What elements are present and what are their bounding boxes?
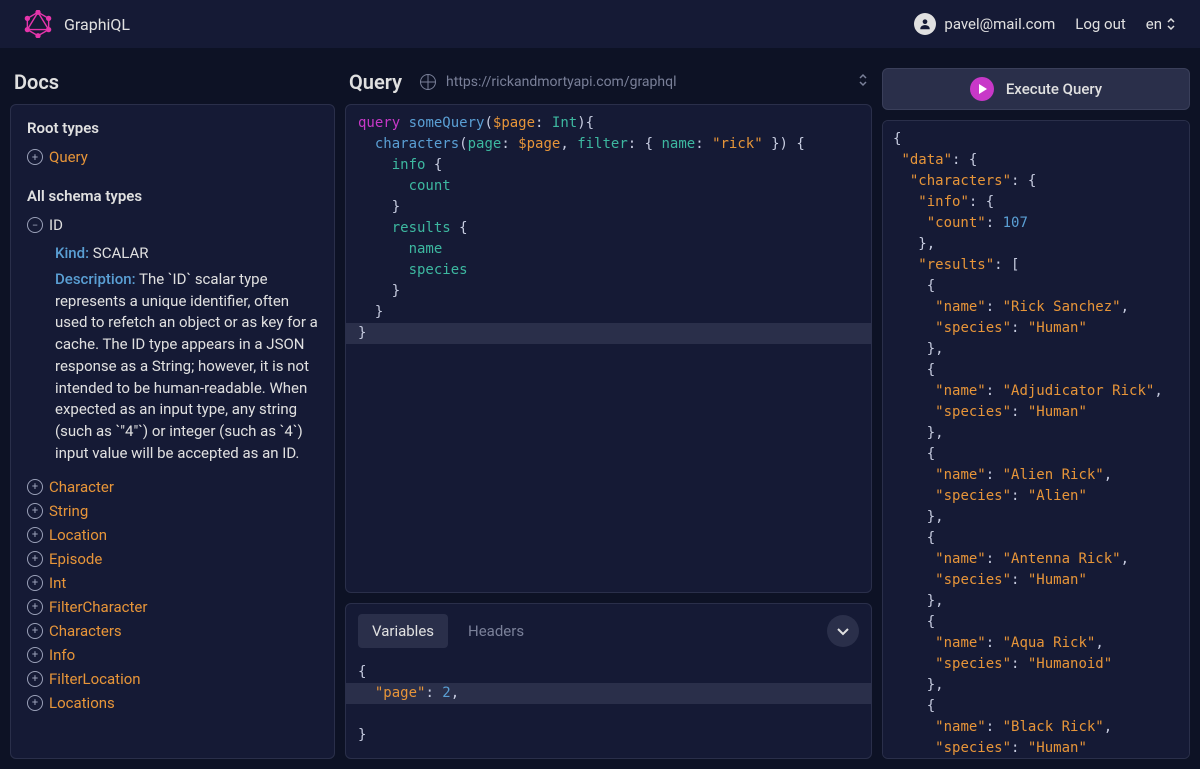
schema-type-label: FilterLocation [49,670,141,688]
schema-type-label: Episode [49,550,102,568]
variables-section: Variables Headers { "page": 2, } [345,603,872,759]
schema-type-item[interactable]: + FilterLocation [27,667,318,691]
user-section[interactable]: pavel@mail.com [914,13,1055,35]
main-container: Docs Root types + Query All schema types… [0,48,1200,769]
schema-type-item[interactable]: + Episode [27,547,318,571]
schema-type-item[interactable]: + FilterCharacter [27,595,318,619]
schema-type-label: ID [49,216,63,234]
schema-type-label: Characters [49,622,122,640]
schema-type-item[interactable]: + Characters [27,619,318,643]
query-header: Query https://rickandmortyapi.com/graphq… [345,58,872,104]
schema-type-item[interactable]: + Location [27,523,318,547]
updown-icon [1166,17,1176,31]
schema-type-label: FilterCharacter [49,598,147,616]
schema-type-label: Location [49,526,107,544]
description-value: The `ID` scalar type represents a unique… [55,270,318,462]
endpoint-selector[interactable]: https://rickandmortyapi.com/graphql [420,73,868,91]
execute-label: Execute Query [1006,80,1102,98]
schema-type-item[interactable]: + String [27,499,318,523]
graphql-logo-icon [24,10,52,38]
schema-type-label: Character [49,478,114,496]
execute-button[interactable]: Execute Query [882,68,1190,110]
type-detail: Kind: SCALAR Description: The `ID` scala… [55,243,318,465]
schema-type-id[interactable]: − ID [27,213,318,237]
expand-icon: + [27,479,43,495]
schema-type-label: Locations [49,694,115,712]
kind-value: SCALAR [93,244,149,262]
schema-type-label: Int [49,574,66,592]
language-label: en [1146,15,1162,33]
collapse-button[interactable] [827,615,859,647]
result-output[interactable]: { "data": { "characters": { "info": { "c… [882,120,1190,759]
docs-title: Docs [10,58,335,104]
tab-variables[interactable]: Variables [358,614,448,648]
expand-icon: + [27,527,43,543]
collapse-icon: − [27,217,43,233]
schema-type-label: Info [49,646,75,664]
logout-link[interactable]: Log out [1075,15,1126,33]
kind-label: Kind: [55,244,89,262]
root-types-heading: Root types [27,119,318,137]
query-editor[interactable]: query someQuery($page: Int){ characters(… [345,104,872,593]
tab-headers[interactable]: Headers [454,614,538,648]
expand-icon: + [27,671,43,687]
app-title: GraphiQL [64,15,130,34]
app-header: GraphiQL pavel@mail.com Log out en [0,0,1200,48]
updown-icon [858,73,868,91]
endpoint-url: https://rickandmortyapi.com/graphql [446,74,848,90]
schema-type-item[interactable]: + Int [27,571,318,595]
expand-icon: + [27,647,43,663]
schema-type-label: String [49,502,88,520]
user-email: pavel@mail.com [944,15,1055,33]
variables-header: Variables Headers [346,604,871,658]
schema-types-heading: All schema types [27,187,318,205]
schema-type-item[interactable]: + Info [27,643,318,667]
variables-editor[interactable]: { "page": 2, } [346,658,871,758]
docs-panel: Docs Root types + Query All schema types… [10,58,335,759]
user-icon [914,13,936,35]
root-type-query[interactable]: + Query [27,145,318,169]
header-right: pavel@mail.com Log out en [914,13,1176,35]
header-left: GraphiQL [24,10,130,38]
schema-type-item[interactable]: + Locations [27,691,318,715]
globe-icon [420,74,436,90]
docs-content: Root types + Query All schema types − ID… [10,104,335,759]
description-label: Description: [55,270,136,288]
query-panel: Query https://rickandmortyapi.com/graphq… [345,58,872,759]
variables-tabs: Variables Headers [358,614,538,648]
expand-icon: + [27,695,43,711]
expand-icon: + [27,575,43,591]
root-type-label: Query [49,148,88,166]
expand-icon: + [27,149,43,165]
result-panel: Execute Query { "data": { "characters": … [882,58,1190,759]
language-selector[interactable]: en [1146,15,1176,33]
expand-icon: + [27,503,43,519]
query-title: Query [349,70,402,94]
play-icon [970,77,994,101]
expand-icon: + [27,623,43,639]
chevron-down-icon [836,624,850,638]
expand-icon: + [27,599,43,615]
schema-type-item[interactable]: + Character [27,475,318,499]
expand-icon: + [27,551,43,567]
